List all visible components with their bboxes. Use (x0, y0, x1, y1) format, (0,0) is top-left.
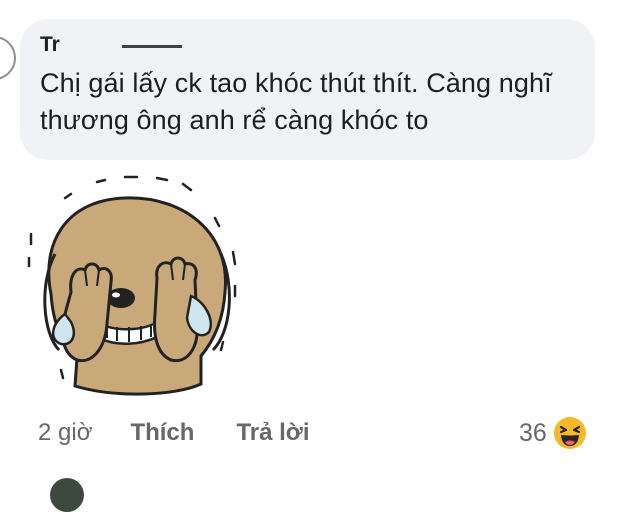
haha-emoji-icon (553, 417, 586, 449)
comment-bubble: Tr Chị gái lấy ck tao khóc thút thít. Cà… (20, 19, 595, 160)
comment-timestamp[interactable]: 2 giờ (38, 419, 92, 447)
reply-button[interactable]: Trả lời (236, 419, 309, 447)
next-comment-avatar[interactable] (50, 478, 84, 512)
comment-author[interactable]: Tr (40, 33, 200, 57)
like-button[interactable]: Thích (130, 419, 194, 447)
reaction-summary[interactable]: 36 (519, 414, 587, 452)
commenter-avatar[interactable] (0, 36, 16, 80)
reaction-count[interactable]: 36 (519, 419, 547, 448)
comment-text: Chị gái lấy ck tao khóc thút thít. Càng … (40, 68, 552, 135)
author-name[interactable]: Tr (40, 33, 60, 56)
author-name-redaction (62, 33, 200, 57)
comment-actions: 2 giờ Thích Trả lời (38, 416, 310, 450)
crying-dog-sticker (27, 175, 237, 396)
